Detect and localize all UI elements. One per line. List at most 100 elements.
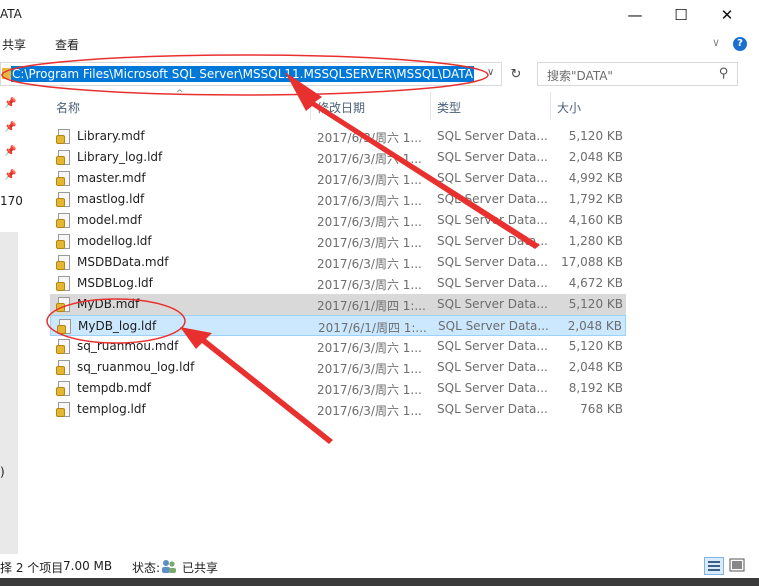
- file-row[interactable]: MSDBData.mdf 2017/6/3/周六 1... SQL Server…: [50, 252, 626, 273]
- pin-icon[interactable]: 📌: [4, 170, 16, 181]
- vertical-scrollbar[interactable]: [741, 92, 759, 552]
- title-bar: ATA — ☐ ✕: [0, 0, 759, 30]
- file-row[interactable]: master.mdf 2017/6/3/周六 1... SQL Server D…: [50, 168, 626, 189]
- file-date: 2017/6/3/周六 1...: [317, 215, 422, 229]
- ribbon: 共享 查看 ∨ ?: [0, 30, 759, 56]
- database-file-icon: [56, 381, 70, 396]
- column-name[interactable]: 名称: [56, 99, 80, 116]
- database-file-icon: [56, 213, 70, 228]
- details-view-button[interactable]: [704, 557, 724, 575]
- database-file-icon: [56, 339, 70, 354]
- file-date: 2017/6/3/周六 1...: [317, 404, 422, 418]
- file-type: SQL Server Data...: [437, 276, 548, 290]
- file-row[interactable]: mastlog.ldf 2017/6/3/周六 1... SQL Server …: [50, 189, 626, 210]
- file-row[interactable]: modellog.ldf 2017/6/3/周六 1... SQL Server…: [50, 231, 626, 252]
- file-size: 4,672 KB: [568, 276, 623, 290]
- column-divider[interactable]: [310, 92, 311, 120]
- file-row[interactable]: sq_ruanmou.mdf 2017/6/3/周六 1... SQL Serv…: [50, 336, 626, 357]
- file-size: 5,120 KB: [568, 297, 623, 311]
- file-date: 2017/6/3/周六 1...: [317, 131, 422, 145]
- file-date: 2017/6/3/周六 1...: [317, 194, 422, 208]
- column-divider[interactable]: [550, 92, 551, 120]
- pin-icon[interactable]: 📌: [4, 122, 16, 133]
- file-size: 1,792 KB: [568, 192, 623, 206]
- file-type: SQL Server Data...: [437, 402, 548, 416]
- address-bar[interactable]: C:\Program Files\Microsoft SQL Server\MS…: [0, 62, 502, 86]
- file-type: SQL Server Data...: [437, 297, 548, 311]
- file-type: SQL Server Data...: [437, 213, 548, 227]
- column-type[interactable]: 类型: [437, 99, 461, 116]
- database-file-icon: [56, 129, 70, 144]
- file-date: 2017/6/3/周六 1...: [317, 173, 422, 187]
- ribbon-expand-chevron-icon[interactable]: ∨: [712, 36, 720, 49]
- file-date: 2017/6/1/周四 1:...: [317, 299, 426, 313]
- address-path[interactable]: C:\Program Files\Microsoft SQL Server\MS…: [11, 66, 474, 82]
- file-row[interactable]: sq_ruanmou_log.ldf 2017/6/3/周六 1... SQL …: [50, 357, 626, 378]
- nav-item-fragment[interactable]: ): [0, 465, 5, 479]
- pin-icon[interactable]: 📌: [4, 146, 16, 157]
- refresh-button[interactable]: ↻: [505, 62, 527, 86]
- file-size: 1,280 KB: [568, 234, 623, 248]
- column-divider[interactable]: [430, 92, 431, 120]
- file-row[interactable]: Library_log.ldf 2017/6/3/周六 1... SQL Ser…: [50, 147, 626, 168]
- file-name: master.mdf: [77, 171, 146, 185]
- file-type: SQL Server Data...: [437, 129, 548, 143]
- file-row[interactable]: model.mdf 2017/6/3/周六 1... SQL Server Da…: [50, 210, 626, 231]
- column-size[interactable]: 大小: [557, 99, 581, 116]
- file-date: 2017/6/3/周六 1...: [317, 341, 422, 355]
- nav-item-fragment[interactable]: 170: [0, 194, 23, 208]
- file-date: 2017/6/3/周六 1...: [317, 383, 422, 397]
- maximize-button[interactable]: ☐: [658, 0, 704, 30]
- column-date[interactable]: 修改日期: [317, 99, 365, 116]
- file-type: SQL Server Data...: [437, 339, 548, 353]
- database-file-icon: [56, 360, 70, 375]
- minimize-button[interactable]: —: [612, 0, 658, 30]
- search-icon[interactable]: ⚲: [719, 66, 729, 81]
- file-name: MyDB_log.ldf: [78, 319, 157, 333]
- details-view-icon: [708, 561, 720, 571]
- file-name: model.mdf: [77, 213, 142, 227]
- file-row[interactable]: MSDBLog.ldf 2017/6/3/周六 1... SQL Server …: [50, 273, 626, 294]
- tab-share[interactable]: 共享: [2, 36, 26, 53]
- file-name: tempdb.mdf: [77, 381, 151, 395]
- file-row-focused[interactable]: MyDB_log.ldf 2017/6/1/周四 1:... SQL Serve…: [50, 315, 626, 336]
- file-type: SQL Server Data...: [437, 192, 548, 206]
- nav-scrollbar[interactable]: [0, 232, 18, 572]
- database-file-icon: [56, 276, 70, 291]
- database-file-icon: [56, 297, 70, 312]
- file-date: 2017/6/3/周六 1...: [317, 236, 422, 250]
- file-row[interactable]: Library.mdf 2017/6/3/周六 1... SQL Server …: [50, 126, 626, 147]
- chevron-down-icon[interactable]: ∨: [487, 67, 494, 78]
- pin-icon[interactable]: 📌: [4, 98, 16, 109]
- selection-size: 7.00 MB: [63, 559, 113, 573]
- database-file-icon: [56, 255, 70, 270]
- large-icons-view-button[interactable]: [728, 557, 748, 575]
- file-row[interactable]: tempdb.mdf 2017/6/3/周六 1... SQL Server D…: [50, 378, 626, 399]
- navigation-pane: 📌 📌 📌 📌 170 ): [0, 92, 26, 572]
- file-type: SQL Server Data...: [437, 234, 548, 248]
- file-name: sq_ruanmou.mdf: [77, 339, 179, 353]
- file-row-selected[interactable]: MyDB.mdf 2017/6/1/周四 1:... SQL Server Da…: [50, 294, 626, 315]
- file-name: MSDBLog.ldf: [77, 276, 153, 290]
- status-bar: 择 2 个项目 7.00 MB 状态: 已共享: [0, 554, 759, 578]
- search-box[interactable]: 搜索"DATA" ⚲: [537, 62, 738, 86]
- file-date: 2017/6/3/周六 1...: [317, 152, 422, 166]
- file-name: MyDB.mdf: [77, 297, 140, 311]
- search-input[interactable]: 搜索"DATA": [547, 67, 613, 84]
- large-icons-view-icon: [729, 558, 745, 572]
- file-size: 2,048 KB: [567, 319, 622, 333]
- file-name: Library.mdf: [77, 129, 145, 143]
- folder-icon: [2, 68, 11, 79]
- close-button[interactable]: ✕: [704, 0, 750, 30]
- file-type: SQL Server Data...: [437, 381, 548, 395]
- tab-view[interactable]: 查看: [55, 36, 79, 53]
- file-size: 4,992 KB: [568, 171, 623, 185]
- help-icon[interactable]: ?: [733, 37, 747, 51]
- file-name: templog.ldf: [77, 402, 146, 416]
- file-size: 768 KB: [580, 402, 623, 416]
- file-size: 8,192 KB: [568, 381, 623, 395]
- database-file-icon: [56, 171, 70, 186]
- file-size: 17,088 KB: [561, 255, 623, 269]
- file-size: 2,048 KB: [568, 150, 623, 164]
- file-row[interactable]: templog.ldf 2017/6/3/周六 1... SQL Server …: [50, 399, 626, 420]
